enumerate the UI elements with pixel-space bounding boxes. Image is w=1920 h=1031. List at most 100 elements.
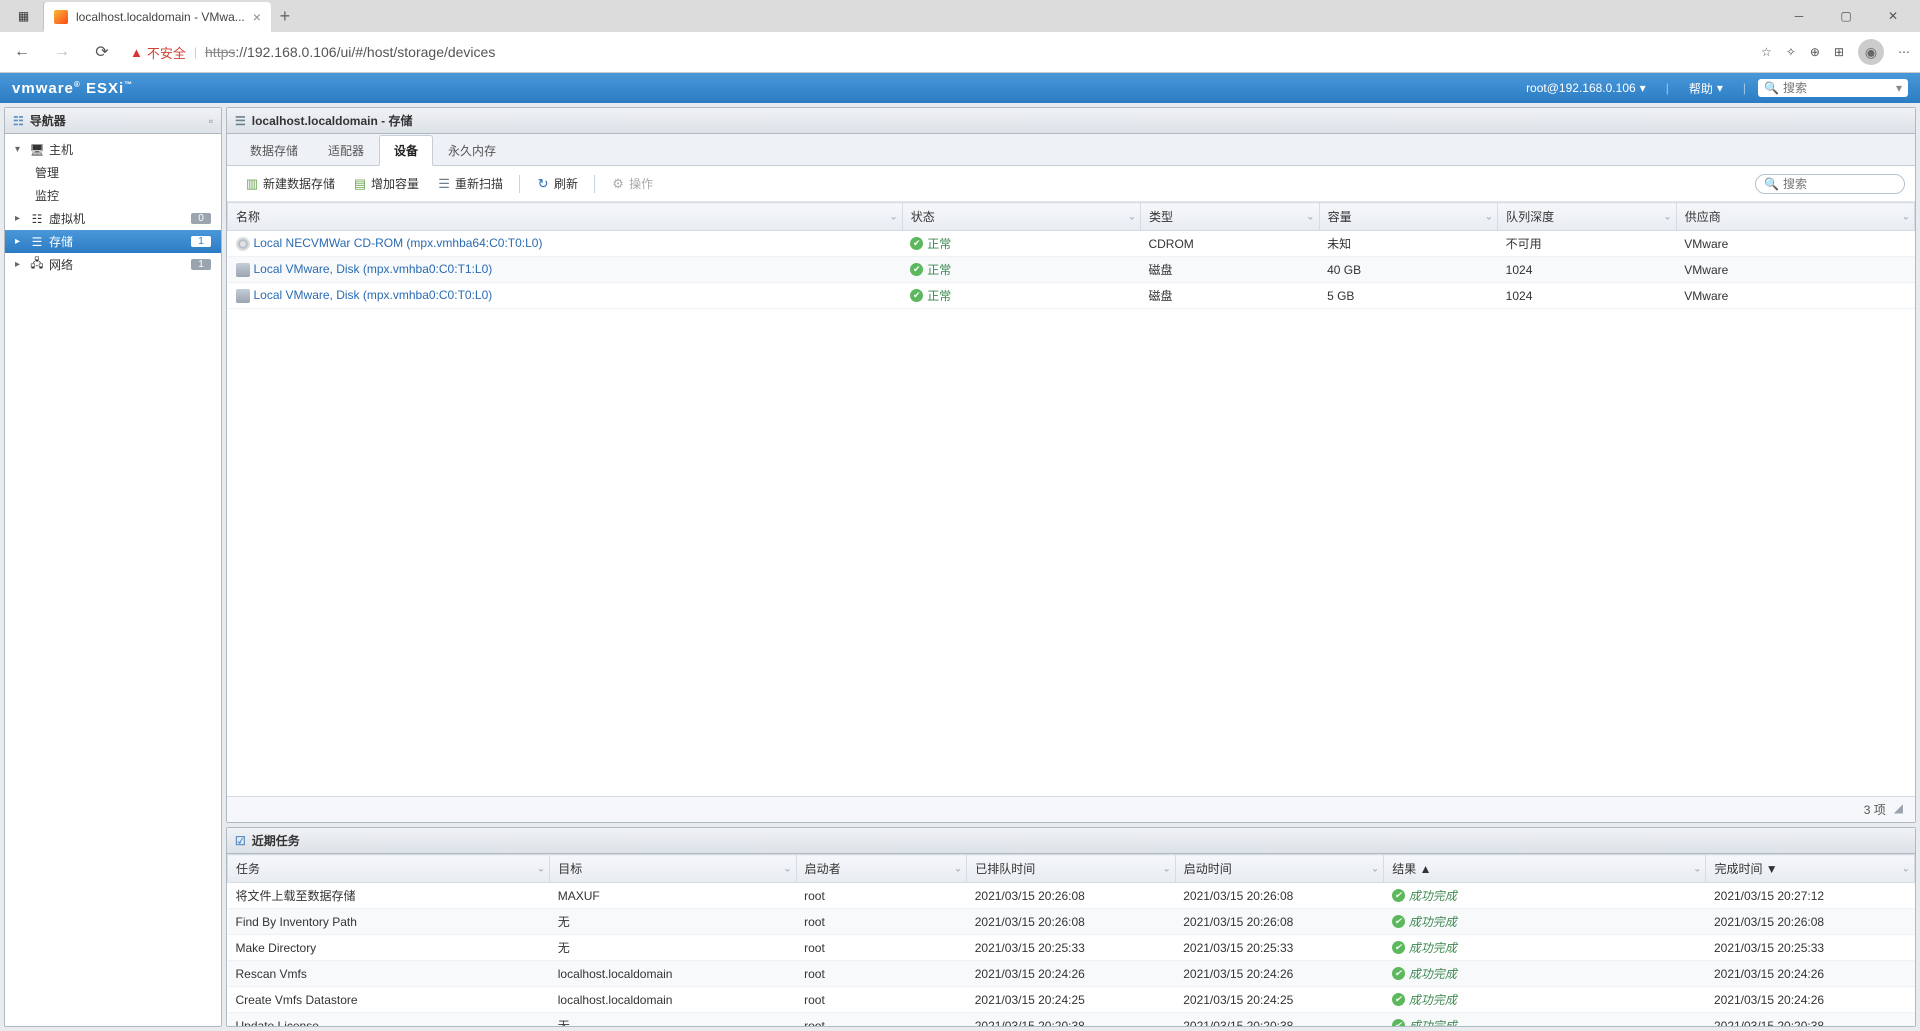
reload-button[interactable]: ⟳ xyxy=(90,40,114,64)
new-datastore-button[interactable]: ▥ 新建数据存储 xyxy=(237,172,343,195)
cell-completed: 2021/03/15 20:24:26 xyxy=(1706,961,1915,987)
sidebar-item-5[interactable]: ▸🖧网络1 xyxy=(5,253,221,276)
sort-icon[interactable]: ⌄ xyxy=(537,863,545,874)
cell-target: localhost.localdomain xyxy=(550,987,796,1013)
security-warning[interactable]: ▲ 不安全 xyxy=(130,43,186,62)
device-name-link[interactable]: Local VMware, Disk (mpx.vmhba0:C0:T0:L0) xyxy=(254,288,493,302)
table-row[interactable]: Make Directory无root2021/03/15 20:25:3320… xyxy=(228,935,1915,961)
tab-0[interactable]: 数据存储 xyxy=(235,135,313,166)
column-header[interactable]: 供应商⌄ xyxy=(1676,203,1914,231)
device-name-link[interactable]: Local NECVMWar CD-ROM (mpx.vmhba64:C0:T0… xyxy=(254,236,543,250)
cell-initiator: root xyxy=(796,1013,967,1027)
tab-list-button[interactable]: ▦ xyxy=(4,2,44,30)
maximize-button[interactable]: ▢ xyxy=(1823,1,1869,31)
chevron-down-icon: ▾ xyxy=(1896,81,1902,95)
sort-icon[interactable]: ⌄ xyxy=(1693,863,1701,874)
browser-tab[interactable]: localhost.localdomain - VMwa... × xyxy=(44,2,271,32)
cell-queue: 1024 xyxy=(1498,257,1677,283)
table-row[interactable]: Rescan Vmfslocalhost.localdomainroot2021… xyxy=(228,961,1915,987)
table-row[interactable]: Find By Inventory Path无root2021/03/15 20… xyxy=(228,909,1915,935)
tab-2[interactable]: 设备 xyxy=(379,135,433,166)
table-row[interactable]: Local NECVMWar CD-ROM (mpx.vmhba64:C0:T0… xyxy=(228,231,1915,257)
user-menu[interactable]: root@192.168.0.106 ▾ xyxy=(1518,81,1654,95)
back-button[interactable]: ← xyxy=(10,40,34,64)
sidebar-item-1[interactable]: 管理 xyxy=(5,161,221,184)
column-header[interactable]: 已排队时间⌄ xyxy=(967,855,1176,883)
grid-search-input[interactable] xyxy=(1783,177,1896,191)
sort-icon[interactable]: ⌄ xyxy=(783,863,791,874)
column-header[interactable]: 完成时间 ▼⌄ xyxy=(1706,855,1915,883)
column-header[interactable]: 状态⌄ xyxy=(902,203,1140,231)
tab-title: localhost.localdomain - VMwa... xyxy=(76,10,245,24)
sidebar-item-label: 主机 xyxy=(49,141,211,158)
collections-icon[interactable]: ⊕ xyxy=(1810,45,1820,59)
column-header[interactable]: 队列深度⌄ xyxy=(1498,203,1677,231)
column-header[interactable]: 名称⌄ xyxy=(228,203,903,231)
cell-queued: 2021/03/15 20:20:38 xyxy=(967,1013,1176,1027)
tab-bar: ▦ localhost.localdomain - VMwa... × + ─ … xyxy=(0,0,1920,32)
more-icon[interactable]: ⋯ xyxy=(1898,45,1910,59)
sidebar-item-3[interactable]: ▸☷虚拟机0 xyxy=(5,207,221,230)
favorite-icon[interactable]: ☆ xyxy=(1761,45,1772,59)
result-badge: 成功完成 xyxy=(1392,913,1457,930)
rescan-button[interactable]: ☰ 重新扫描 xyxy=(429,172,511,195)
tab-3[interactable]: 永久内存 xyxy=(433,135,511,166)
tab-1[interactable]: 适配器 xyxy=(313,135,379,166)
sort-icon[interactable]: ⌄ xyxy=(889,211,897,222)
cell-initiator: root xyxy=(796,909,967,935)
navigator-header: ☷ 导航器 ▫ xyxy=(5,108,221,134)
column-header[interactable]: 启动时间⌄ xyxy=(1175,855,1384,883)
vmware-logo: vmware® ESXi™ xyxy=(12,80,133,97)
sidebar-item-2[interactable]: 监控 xyxy=(5,184,221,207)
disk-icon xyxy=(236,289,250,303)
count-badge: 1 xyxy=(191,236,211,247)
header-search-input[interactable] xyxy=(1783,81,1892,95)
forward-button[interactable]: → xyxy=(50,40,74,64)
close-tab-icon[interactable]: × xyxy=(253,9,261,25)
favorites-bar-icon[interactable]: ✧ xyxy=(1786,45,1796,59)
collapse-sidebar-icon[interactable]: ▫ xyxy=(209,114,213,128)
url-text: https://192.168.0.106/ui/#/host/storage/… xyxy=(205,44,495,60)
column-header[interactable]: 目标⌄ xyxy=(550,855,796,883)
cell-target: 无 xyxy=(550,909,796,935)
new-tab-button[interactable]: + xyxy=(271,6,299,27)
sort-icon[interactable]: ⌄ xyxy=(1162,863,1170,874)
cell-task: Find By Inventory Path xyxy=(228,909,550,935)
sidebar-item-4[interactable]: ▸☰存储1 xyxy=(5,230,221,253)
table-row[interactable]: Update License无root2021/03/15 20:20:3820… xyxy=(228,1013,1915,1027)
table-row[interactable]: Local VMware, Disk (mpx.vmhba0:C0:T0:L0)… xyxy=(228,283,1915,309)
security-label: 不安全 xyxy=(147,43,186,62)
sort-icon[interactable]: ⌄ xyxy=(1306,211,1314,222)
sidebar-item-0[interactable]: ▾🖥主机 xyxy=(5,138,221,161)
minimize-button[interactable]: ─ xyxy=(1776,1,1822,31)
extensions-icon[interactable]: ⊞ xyxy=(1834,45,1844,59)
sort-icon[interactable]: ⌄ xyxy=(1902,863,1910,874)
sort-icon[interactable]: ⌄ xyxy=(1128,211,1136,222)
table-row[interactable]: Create Vmfs Datastorelocalhost.localdoma… xyxy=(228,987,1915,1013)
storage-icon: ☰ xyxy=(29,234,45,250)
sort-icon[interactable]: ⌄ xyxy=(954,863,962,874)
column-header[interactable]: 类型⌄ xyxy=(1140,203,1319,231)
device-name-link[interactable]: Local VMware, Disk (mpx.vmhba0:C0:T1:L0) xyxy=(254,262,493,276)
column-header[interactable]: 任务⌄ xyxy=(228,855,550,883)
grid-search[interactable]: 🔍 xyxy=(1755,174,1905,194)
url-field[interactable]: ▲ 不安全 | https://192.168.0.106/ui/#/host/… xyxy=(130,43,1745,62)
column-header[interactable]: 结果 ▲⌄ xyxy=(1384,855,1706,883)
host-icon: 🖥 xyxy=(29,142,45,158)
sort-icon[interactable]: ⌄ xyxy=(1371,863,1379,874)
table-row[interactable]: Local VMware, Disk (mpx.vmhba0:C0:T1:L0)… xyxy=(228,257,1915,283)
column-header[interactable]: 启动者⌄ xyxy=(796,855,967,883)
actions-button[interactable]: ⚙ 操作 xyxy=(603,172,661,195)
refresh-button[interactable]: ↻ 刷新 xyxy=(528,172,586,195)
close-window-button[interactable]: ✕ xyxy=(1870,1,1916,31)
help-menu[interactable]: 帮助 ▾ xyxy=(1681,80,1731,97)
increase-capacity-button[interactable]: ▤ 增加容量 xyxy=(345,172,427,195)
table-row[interactable]: 将文件上载至数据存储MAXUFroot2021/03/15 20:26:0820… xyxy=(228,883,1915,909)
column-header[interactable]: 容量⌄ xyxy=(1319,203,1498,231)
sort-icon[interactable]: ⌄ xyxy=(1485,211,1493,222)
header-search[interactable]: 🔍 ▾ xyxy=(1758,79,1908,97)
profile-avatar[interactable]: ◉ xyxy=(1858,39,1884,65)
resize-handle-icon[interactable]: ◢ xyxy=(1894,801,1903,815)
sort-icon[interactable]: ⌄ xyxy=(1663,211,1671,222)
sort-icon[interactable]: ⌄ xyxy=(1902,211,1910,222)
